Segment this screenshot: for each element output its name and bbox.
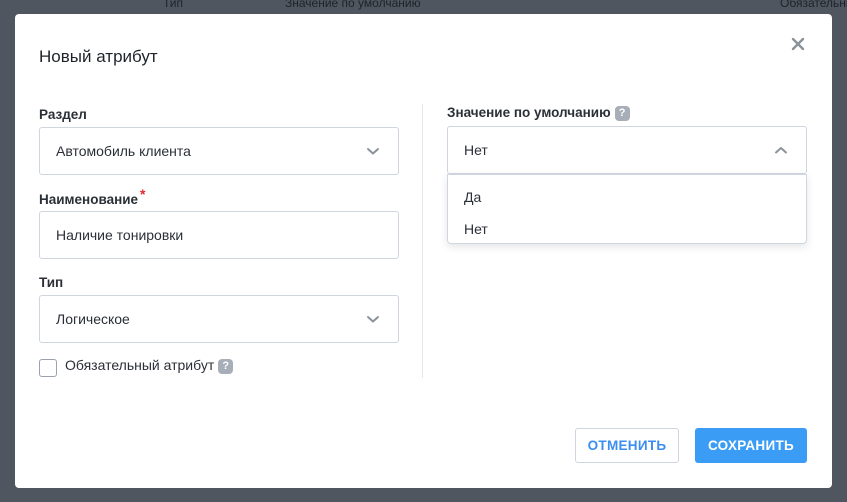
dropdown-option-no[interactable]: Нет [464,221,488,237]
name-label-text: Наименование [39,192,139,207]
name-label: Наименование * [39,186,146,207]
type-select[interactable]: Логическое [39,295,399,343]
required-attribute-checkbox[interactable] [39,359,57,377]
cancel-button[interactable]: ОТМЕНИТЬ [575,428,679,463]
type-label: Тип [39,275,64,290]
default-value-select[interactable]: Нет [447,126,807,174]
default-value-dropdown: Да Нет [447,174,807,244]
required-mark: * [140,186,146,202]
help-icon[interactable]: ? [218,358,234,374]
chevron-up-icon [775,147,787,154]
section-select-value: Автомобиль клиента [56,143,191,159]
close-button[interactable] [790,36,806,52]
close-icon [791,37,805,51]
dropdown-option-yes[interactable]: Да [464,189,481,205]
required-attribute-label-text: Обязательный атрибут [65,357,215,373]
chevron-down-icon [367,316,379,323]
help-icon[interactable]: ? [614,105,630,121]
bg-col-required: Обязательный [780,0,847,10]
background-table-header: Тип Значение по умолчанию Обязательный [0,0,847,14]
required-attribute-label: Обязательный атрибут? [65,357,234,374]
bg-col-default: Значение по умолчанию [285,0,421,10]
default-value-select-value: Нет [464,142,488,158]
save-button[interactable]: СОХРАНИТЬ [695,428,807,463]
name-input[interactable]: Наличие тонировки [39,211,399,259]
dialog-title: Новый атрибут [39,47,158,66]
bg-col-type: Тип [163,0,184,10]
new-attribute-dialog: Новый атрибут Раздел Автомобиль клиента … [15,14,832,488]
column-divider [422,104,423,378]
type-select-value: Логическое [56,311,130,327]
name-input-value: Наличие тонировки [56,227,184,243]
chevron-down-icon [367,148,379,155]
section-label: Раздел [39,107,87,122]
default-value-label-text: Значение по умолчанию [447,105,611,120]
default-value-label: Значение по умолчанию? [447,105,630,121]
section-select[interactable]: Автомобиль клиента [39,127,399,175]
